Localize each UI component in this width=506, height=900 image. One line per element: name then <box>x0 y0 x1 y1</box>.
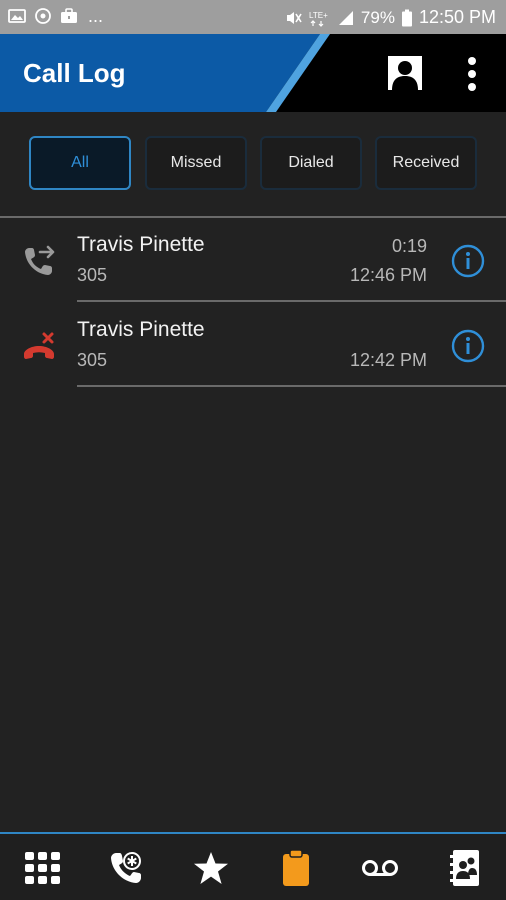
dialpad-icon <box>25 852 60 884</box>
caller-name: Travis Pinette <box>77 318 205 341</box>
star-icon <box>194 852 228 884</box>
gallery-icon <box>8 9 26 23</box>
voicemail-icon <box>362 860 398 876</box>
tab-all[interactable]: All <box>29 136 131 190</box>
app-bar: Call Log <box>0 34 506 112</box>
signal-icon <box>338 10 353 25</box>
call-time: 12:42 PM <box>349 350 427 370</box>
sync-icon <box>35 8 51 24</box>
info-icon[interactable] <box>451 329 485 363</box>
tab-received[interactable]: Received <box>375 136 477 190</box>
briefcase-icon <box>61 8 77 23</box>
nav-dialpad[interactable] <box>23 848 63 888</box>
contacts-book-icon <box>450 850 479 886</box>
caller-number: 305 <box>77 350 108 370</box>
status-bar: ... LTE+ 79% 12:50 PM <box>0 0 506 34</box>
nav-star-phone[interactable] <box>107 848 147 888</box>
status-overflow: ... <box>88 6 104 26</box>
call-log-row[interactable]: Travis Pinette 305 12:42 PM <box>0 302 506 386</box>
battery-icon <box>401 9 412 26</box>
status-time: 12:50 PM <box>418 7 496 27</box>
mute-vibrate-icon <box>286 11 302 24</box>
call-duration: 0:19 <box>391 236 427 256</box>
nav-call-log[interactable] <box>276 848 316 888</box>
clipboard-icon <box>283 849 309 886</box>
nav-contacts[interactable] <box>445 848 485 888</box>
outgoing-call-icon <box>25 245 55 275</box>
info-icon[interactable] <box>451 244 485 278</box>
row-divider <box>77 385 506 387</box>
nav-voicemail[interactable] <box>360 848 400 888</box>
tab-dialed[interactable]: Dialed <box>260 136 362 190</box>
svg-text:LTE+: LTE+ <box>309 11 328 20</box>
caller-number: 305 <box>77 265 108 285</box>
nav-favorites[interactable] <box>191 848 231 888</box>
call-log-screen: ... LTE+ 79% 12:50 PM Call Log All Misse… <box>0 0 506 900</box>
call-time: 12:46 PM <box>349 265 427 285</box>
more-vertical-icon[interactable] <box>460 54 484 94</box>
bottom-navigation <box>0 832 506 900</box>
battery-percent: 79% <box>360 7 395 27</box>
filter-tabs: All Missed Dialed Received <box>29 136 479 190</box>
missed-call-icon <box>24 332 54 359</box>
lte-icon: LTE+ <box>309 11 328 27</box>
page-title: Call Log <box>23 58 126 88</box>
tab-missed[interactable]: Missed <box>145 136 247 190</box>
call-log-row[interactable]: Travis Pinette 305 0:19 12:46 PM <box>0 218 506 302</box>
contact-card-icon[interactable] <box>387 55 423 91</box>
caller-name: Travis Pinette <box>77 233 205 256</box>
star-phone-icon <box>111 852 141 883</box>
